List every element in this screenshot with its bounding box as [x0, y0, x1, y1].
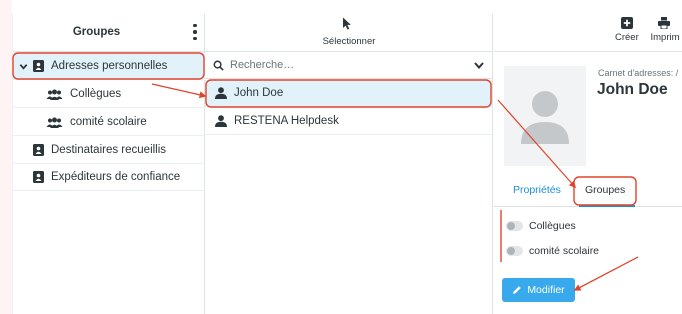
address-book-icon: [33, 60, 44, 72]
chevron-down-icon[interactable]: [474, 61, 484, 69]
group-toggle-comite-scolaire[interactable]: comité scolaire: [506, 245, 599, 257]
tab-proprietes[interactable]: Propriétés: [513, 184, 561, 196]
pencil-icon: [513, 286, 522, 294]
address-book-label: Carnet d'adresses: /: [598, 68, 679, 78]
group-label: comité scolaire: [70, 116, 147, 128]
group-label: Expéditeurs de confiance: [51, 171, 181, 183]
cursor-icon: [343, 17, 351, 30]
group-item-comite-scolaire[interactable]: comité scolaire: [13, 109, 205, 136]
edit-label: Modifier: [527, 284, 565, 296]
group-item-adresses-personnelles[interactable]: Adresses personnelles: [13, 53, 205, 80]
search-input[interactable]: Recherche…: [230, 59, 474, 71]
group-item-expediteurs-de-confiance[interactable]: Expéditeurs de confiance: [13, 164, 205, 191]
contacts-pane: Sélectionner Recherche… John Doe RESTENA…: [205, 14, 493, 314]
groups-header: Groupes: [13, 14, 204, 52]
contact-photo: [504, 66, 586, 166]
toggle-switch[interactable]: [506, 221, 523, 231]
person-placeholder-icon: [521, 91, 569, 144]
add-icon: [620, 17, 633, 29]
contact-name-label: RESTENA Helpdesk: [234, 115, 339, 127]
group-item-destinataires-recueillis[interactable]: Destinataires recueillis: [13, 137, 205, 164]
tab-groupes[interactable]: Groupes: [585, 184, 625, 196]
group-label: Adresses personnelles: [51, 60, 168, 72]
search-bar[interactable]: Recherche…: [205, 52, 492, 79]
groups-title: Groupes: [72, 26, 121, 38]
print-label: Imprim: [650, 32, 680, 43]
create-label: Créer: [615, 32, 639, 43]
toggle-label: Collègues: [529, 220, 576, 232]
address-book-icon: [33, 171, 44, 183]
more-options-icon[interactable]: [192, 24, 198, 40]
group-label: Collègues: [70, 88, 122, 100]
contact-row-restena-helpdesk[interactable]: RESTENA Helpdesk: [205, 108, 492, 135]
active-tab-indicator: [579, 205, 635, 207]
select-button[interactable]: Sélectionner: [305, 14, 393, 52]
group-toggle-collegues[interactable]: Collègues: [506, 220, 576, 232]
user-icon: [215, 87, 227, 99]
contact-name-heading: John Doe: [597, 81, 668, 98]
address-book-icon: [33, 144, 44, 156]
chevron-down-icon[interactable]: [19, 62, 28, 71]
background-stripe: [0, 0, 12, 314]
create-button[interactable]: Créer: [615, 17, 639, 43]
edit-button[interactable]: Modifier: [502, 278, 575, 302]
group-icon: [46, 89, 63, 100]
detail-tabs: Propriétés Groupes: [494, 174, 682, 207]
group-item-collegues[interactable]: Collègues: [13, 81, 205, 108]
toggle-label: comité scolaire: [529, 245, 600, 257]
print-button[interactable]: Imprim: [648, 17, 682, 43]
detail-toolbar: Créer Imprim: [494, 14, 682, 52]
contact-detail-pane: Créer Imprim Carnet d'adresses: / John D…: [494, 14, 682, 314]
contact-name-label: John Doe: [234, 87, 284, 99]
contact-row-john-doe[interactable]: John Doe: [205, 80, 492, 107]
search-icon: [213, 60, 224, 71]
groups-pane: Groupes Adresses personnelles Collègues …: [12, 14, 205, 314]
toggle-switch[interactable]: [506, 246, 523, 256]
group-label: Destinataires recueillis: [51, 144, 167, 156]
print-icon: [658, 17, 670, 29]
group-icon: [46, 117, 63, 128]
contacts-header: Sélectionner: [205, 14, 492, 52]
select-label: Sélectionner: [322, 36, 376, 47]
user-icon: [215, 115, 227, 127]
